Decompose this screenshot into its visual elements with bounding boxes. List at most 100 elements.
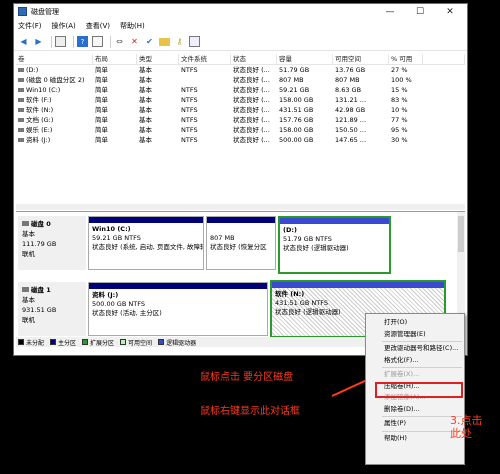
folder-icon[interactable] bbox=[159, 37, 170, 46]
cell-percent-free: 30 % bbox=[391, 136, 408, 144]
close-icon[interactable]: ✕ bbox=[439, 4, 461, 19]
cell-free-space: 8.63 GB bbox=[335, 86, 362, 94]
disk-0-label[interactable]: 磁盘 0 基本 111.79 GB 联机 bbox=[18, 216, 86, 270]
cell-status: 状态良好 (... bbox=[233, 126, 270, 134]
column-header-extra bbox=[423, 54, 465, 64]
partition-recovery-size: 807 MB bbox=[210, 234, 235, 242]
column-header-capacity[interactable]: 容量 bbox=[277, 54, 333, 64]
legend-unallocated-swatch bbox=[18, 339, 24, 345]
table-row[interactable]: (磁盘 0 磁盘分区 2) 简单 基本 状态良好 (... 807 MB 807 MB 10… bbox=[16, 75, 465, 85]
disk-1-status: 联机 bbox=[22, 316, 35, 324]
volume-list: 卷 布局 类型 文件系统 状态 容量 可用空间 % 可用 (D:) 简单 基本 NTF… bbox=[16, 54, 465, 145]
delete-x-icon[interactable]: ✕ bbox=[129, 36, 140, 47]
volume-list-scrollbar[interactable] bbox=[16, 204, 465, 210]
partition-j-size: 500.00 GB NTFS bbox=[92, 300, 145, 308]
cell-capacity: 157.76 GB bbox=[279, 116, 314, 124]
maximize-icon[interactable]: ☐ bbox=[409, 4, 431, 19]
cell-percent-free: 10 % bbox=[391, 106, 408, 114]
cell-free-space: 121.89 ... bbox=[335, 116, 367, 124]
toolbar: ◀ ▶ ? ⇔ ✕ ✔ ⚷ bbox=[14, 33, 467, 51]
connect-icon[interactable]: ⇔ bbox=[114, 36, 125, 47]
table-row[interactable]: 资料 (J:) 简单 基本 NTFS 状态良好 (... 500.00 GB 147.65 … bbox=[16, 135, 465, 145]
disk-1-label[interactable]: 磁盘 1 基本 931.51 GB 联机 bbox=[18, 282, 86, 336]
table-row[interactable]: 娱乐 (E:) 简单 基本 NTFS 状态良好 (... 158.00 GB 150.50 … bbox=[16, 125, 465, 135]
cell-type: 基本 bbox=[139, 126, 152, 134]
forward-arrow-icon[interactable]: ▶ bbox=[33, 36, 44, 47]
cell-filesystem bbox=[179, 75, 231, 85]
disk-management-window: 磁盘管理 — ☐ ✕ 文件(F) 操作(A) 查看(V) 帮助(H) ◀ ▶ ?… bbox=[13, 3, 468, 356]
annotation-right-click: 鼠标右键显示此对话框 bbox=[200, 406, 300, 417]
disk-1-type: 基本 bbox=[22, 296, 35, 304]
toolbar-separator bbox=[110, 35, 111, 48]
menu-item-format[interactable]: 格式化(F)... bbox=[366, 355, 464, 367]
cell-layout: 简单 bbox=[95, 126, 108, 134]
console-tree-icon[interactable] bbox=[55, 36, 66, 47]
help-icon[interactable]: ? bbox=[77, 36, 88, 47]
column-header-volume[interactable]: 卷 bbox=[16, 54, 93, 64]
cell-status: 状态良好 (... bbox=[233, 76, 270, 84]
column-header-filesystem[interactable]: 文件系统 bbox=[179, 54, 231, 64]
minimize-icon[interactable]: — bbox=[379, 4, 401, 19]
key-icon[interactable]: ⚷ bbox=[174, 36, 185, 47]
cell-capacity: 59.21 GB bbox=[279, 86, 310, 94]
cell-type: 基本 bbox=[139, 96, 152, 104]
view-list-icon[interactable] bbox=[189, 36, 200, 47]
back-arrow-icon[interactable]: ◀ bbox=[18, 36, 29, 47]
column-header-type[interactable]: 类型 bbox=[137, 54, 179, 64]
cell-filesystem: NTFS bbox=[181, 116, 198, 124]
cell-volume-text: (磁盘 0 磁盘分区 2) bbox=[26, 76, 85, 84]
menu-item-open[interactable]: 打开(O) bbox=[366, 317, 464, 329]
cell-filesystem: NTFS bbox=[181, 136, 198, 144]
disk-management-icon bbox=[18, 7, 27, 16]
partition-c[interactable]: Win10 (C:) 59.21 GB NTFS 状态良好 (系统, 启动, 页… bbox=[88, 216, 204, 270]
cell-type: 基本 bbox=[139, 86, 152, 94]
column-header-layout[interactable]: 布局 bbox=[93, 54, 137, 64]
cell-volume-text: 软件 (N:) bbox=[26, 106, 54, 114]
scrollbar-thumb[interactable] bbox=[458, 216, 464, 252]
cell-volume: 资料 (J:) bbox=[16, 135, 93, 145]
cell-status: 状态良好 (... bbox=[233, 96, 270, 104]
column-header-status[interactable]: 状态 bbox=[231, 54, 277, 64]
menu-file[interactable]: 文件(F) bbox=[18, 21, 42, 31]
menu-action[interactable]: 操作(A) bbox=[52, 21, 76, 31]
table-row[interactable]: 软件 (N:) 简单 基本 NTFS 状态良好 (... 431.51 GB 42.98 G… bbox=[16, 105, 465, 115]
legend-extended-swatch bbox=[82, 339, 89, 345]
disk-1-name: 磁盘 1 bbox=[31, 286, 51, 294]
table-row[interactable]: (D:) 简单 基本 NTFS 状态良好 (... 51.79 GB 13.76 GB 27 … bbox=[16, 65, 465, 75]
menu-separator bbox=[382, 341, 462, 342]
annotation-click-here-step: 3.点击 bbox=[450, 414, 483, 427]
column-header-free-space[interactable]: 可用空间 bbox=[333, 54, 389, 64]
annotation-click-here-target: 此处 bbox=[450, 427, 472, 440]
menu-item-explorer[interactable]: 资源管理器(E) bbox=[366, 329, 464, 341]
cell-capacity: 807 MB bbox=[279, 76, 304, 84]
cell-free-space: 807 MB bbox=[335, 76, 360, 84]
legend-logical-swatch bbox=[158, 339, 165, 345]
menu-help[interactable]: 帮助(H) bbox=[120, 21, 145, 31]
partition-j[interactable]: 资料 (J:) 500.00 GB NTFS 状态良好 (活动, 主分区) bbox=[88, 282, 268, 336]
check-icon[interactable]: ✔ bbox=[144, 36, 155, 47]
cell-free-space: 13.76 GB bbox=[335, 66, 366, 74]
cell-type: 基本 bbox=[139, 66, 152, 74]
partition-recovery[interactable]: 807 MB 状态良好 (恢复分区 bbox=[206, 216, 276, 270]
cell-capacity: 431.51 GB bbox=[279, 106, 314, 114]
disk-icon bbox=[22, 287, 29, 292]
cell-layout: 简单 bbox=[95, 76, 108, 84]
menu-item-change-drive-letter[interactable]: 更改驱动器号和路径(C)... bbox=[366, 343, 464, 355]
partition-d[interactable]: (D:) 51.79 GB NTFS 状态良好 (逻辑驱动器) bbox=[278, 216, 391, 274]
table-row[interactable]: 文档 (G:) 简单 基本 NTFS 状态良好 (... 157.76 GB 121.89 … bbox=[16, 115, 465, 125]
table-row[interactable]: Win10 (C:) 简单 基本 NTFS 状态良好 (... 59.21 GB 8.63 … bbox=[16, 85, 465, 95]
table-row[interactable]: 软件 (F:) 简单 基本 NTFS 状态良好 (... 158.00 GB 131.21 … bbox=[16, 95, 465, 105]
cell-filesystem: NTFS bbox=[181, 96, 198, 104]
menu-view[interactable]: 查看(V) bbox=[86, 21, 110, 31]
shrink-volume-highlight bbox=[375, 382, 463, 398]
cell-filesystem: NTFS bbox=[181, 66, 198, 74]
column-header-percent-free[interactable]: % 可用 bbox=[389, 54, 423, 64]
cell-free-space: 42.98 GB bbox=[335, 106, 366, 114]
cell-volume-text: Win10 (C:) bbox=[26, 86, 61, 94]
cell-layout: 简单 bbox=[95, 66, 108, 74]
disk-icon bbox=[22, 221, 29, 226]
cell-layout: 简单 bbox=[95, 136, 108, 144]
partition-j-status: 状态良好 (活动, 主分区) bbox=[92, 309, 162, 317]
properties-icon[interactable] bbox=[92, 36, 103, 47]
partition-j-name: 资料 (J:) bbox=[92, 291, 119, 299]
